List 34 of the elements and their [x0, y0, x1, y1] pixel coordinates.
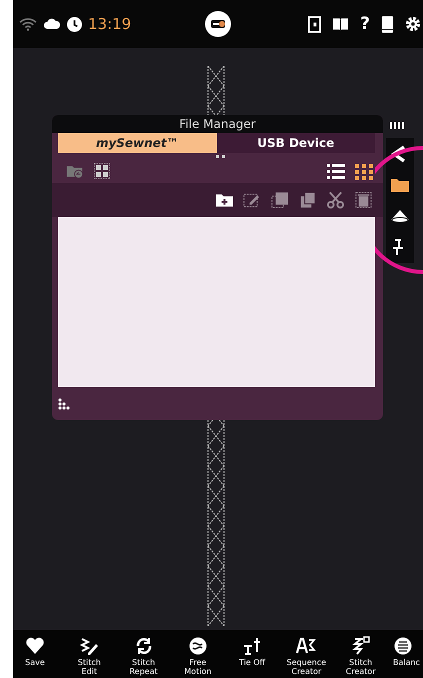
- machine-icon[interactable]: [205, 11, 231, 37]
- resize-handle-icon[interactable]: [58, 398, 72, 410]
- folder-back-icon[interactable]: [66, 164, 84, 178]
- toolbar-button[interactable]: Stitch Edit: [67, 636, 112, 678]
- toolbar-button[interactable]: Sequence Creator: [284, 636, 328, 678]
- list-view-icon[interactable]: [327, 162, 345, 180]
- sequence-icon: [296, 636, 316, 656]
- grid-select-icon[interactable]: [94, 163, 110, 179]
- tablet-icon[interactable]: [381, 16, 394, 32]
- tie-off-icon: [242, 636, 262, 656]
- heart-icon: [25, 636, 45, 656]
- grid-view-icon[interactable]: [355, 162, 373, 180]
- door-icon[interactable]: [308, 16, 322, 32]
- balance-icon: [392, 636, 413, 656]
- stitch-creator-icon: [350, 636, 371, 656]
- tab[interactable]: mySewnet™: [58, 133, 216, 153]
- toolbar-button[interactable]: Stitch Repeat: [122, 636, 166, 678]
- free-motion-icon: [188, 636, 208, 656]
- toolbar-button[interactable]: Balanc: [392, 636, 423, 678]
- toolbar-button[interactable]: Tie Off: [230, 636, 274, 678]
- toolbar-button[interactable]: Save: [13, 636, 57, 678]
- wifi-icon: [19, 17, 37, 31]
- toolbar-button[interactable]: Stitch Creator: [338, 636, 383, 678]
- clock-icon: [67, 16, 82, 32]
- settings-icon[interactable]: [405, 16, 421, 32]
- dialog-title: File Manager: [52, 115, 383, 133]
- help-icon[interactable]: ?: [360, 16, 370, 32]
- toolbar-button[interactable]: Free Motion: [176, 636, 220, 678]
- tab[interactable]: USB Device: [216, 133, 375, 153]
- cloud-icon: [43, 18, 61, 30]
- book-icon[interactable]: [332, 17, 350, 31]
- clock-time: 13:19: [88, 15, 132, 33]
- stitch-edit-icon: [79, 636, 100, 656]
- panel-handle-icon[interactable]: [390, 122, 404, 129]
